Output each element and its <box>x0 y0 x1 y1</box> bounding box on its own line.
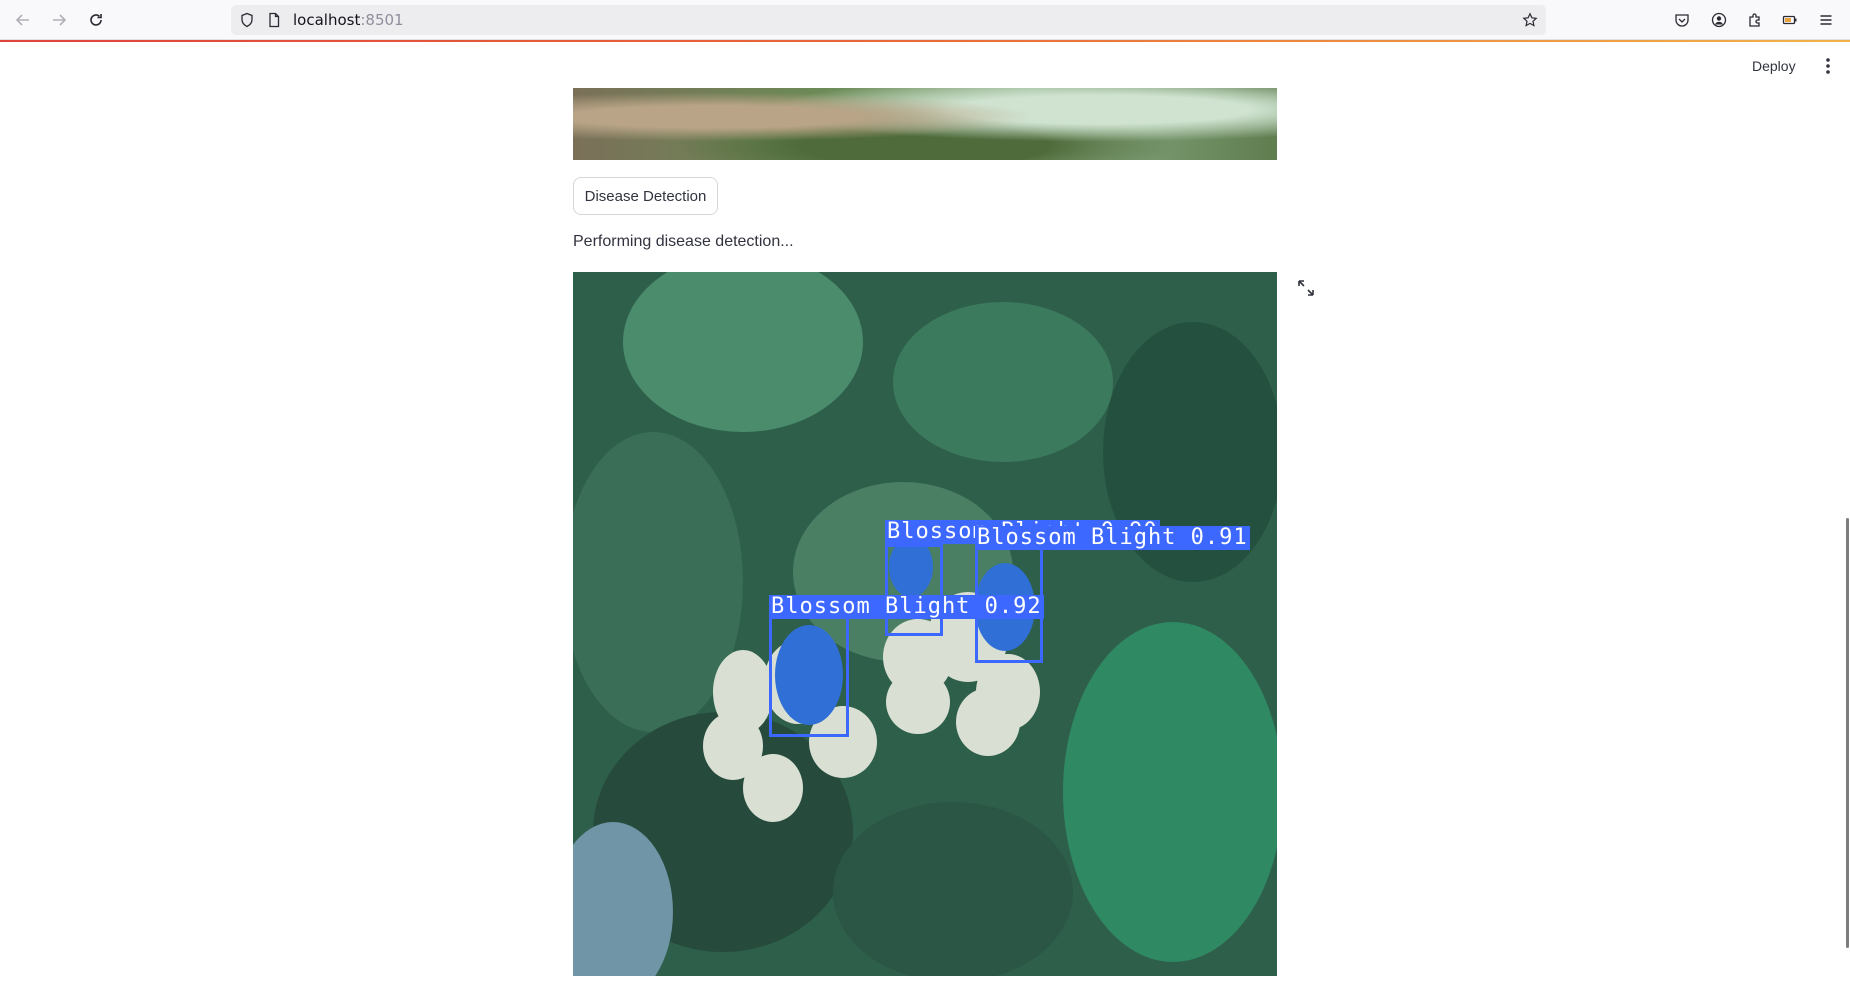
url-host: localhost <box>293 11 361 29</box>
accent-line <box>0 40 1850 42</box>
reload-button[interactable] <box>82 6 110 34</box>
detection-box <box>885 544 943 636</box>
browser-toolbar: localhost:8501 <box>0 0 1850 40</box>
page-scrollbar[interactable] <box>1846 518 1849 948</box>
forward-arrow-icon <box>53 14 67 26</box>
shield-icon[interactable] <box>239 12 255 28</box>
uploaded-image <box>573 88 1277 160</box>
account-button[interactable] <box>1705 6 1733 34</box>
expand-icon[interactable] <box>1297 279 1315 297</box>
detection-label: Blossom Blight 0.92 <box>769 594 1044 619</box>
reload-icon <box>90 14 102 26</box>
account-icon <box>1711 12 1727 28</box>
vertical-dots-icon[interactable] <box>1818 56 1838 76</box>
status-text: Performing disease detection... <box>573 233 794 250</box>
star-icon[interactable] <box>1522 12 1538 28</box>
detection-label: Blossom Blight 0.91 <box>975 525 1250 550</box>
url-bar[interactable]: localhost:8501 <box>231 5 1546 35</box>
detection-box <box>769 612 849 737</box>
url-text[interactable]: localhost:8501 <box>293 12 404 28</box>
pocket-button[interactable] <box>1668 6 1696 34</box>
disease-detection-button[interactable]: Disease Detection <box>573 177 718 215</box>
back-arrow-icon <box>15 14 29 26</box>
battery-button[interactable] <box>1776 6 1804 34</box>
back-button[interactable] <box>9 6 37 34</box>
pocket-icon <box>1675 14 1689 27</box>
menu-icon <box>1820 15 1832 25</box>
battery-icon <box>1782 15 1797 25</box>
url-port: :8501 <box>360 11 404 29</box>
forward-button[interactable] <box>45 6 73 34</box>
app-menu-button[interactable] <box>1812 6 1840 34</box>
extensions-button[interactable] <box>1741 6 1769 34</box>
page-icon[interactable] <box>266 12 282 28</box>
detection-result-image: Blossom Blight 0.90 Blossom Blight 0.91 … <box>573 272 1277 976</box>
extensions-icon <box>1749 13 1760 27</box>
deploy-button[interactable]: Deploy <box>1748 54 1800 78</box>
